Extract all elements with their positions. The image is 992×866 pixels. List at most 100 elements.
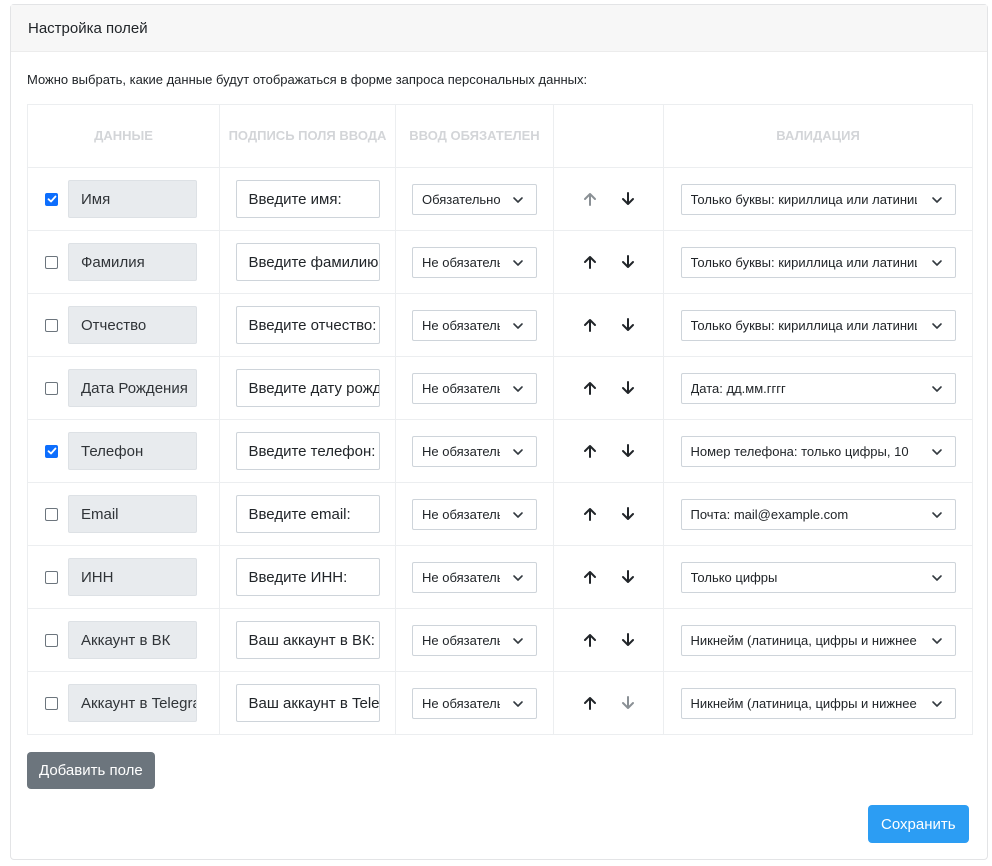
- enable-field-checkbox[interactable]: [45, 318, 58, 332]
- table-row: Аккаунт в ВК Ваш аккаунт в ВК: Не обязател…: [27, 608, 973, 672]
- caption-input[interactable]: Ваш аккаунт в Telegram:: [235, 684, 380, 722]
- field-name-box: Дата Рождения: [68, 369, 197, 407]
- add-field-button[interactable]: Добавить поле: [27, 752, 155, 789]
- required-select[interactable]: Не обязательно: [412, 624, 537, 656]
- column-header-data: ДАННЫЕ: [27, 104, 220, 168]
- caption-input[interactable]: Ваш аккаунт в ВК:: [235, 621, 380, 659]
- arrow-up-icon[interactable]: [580, 315, 600, 335]
- data-cell: Телефон: [27, 419, 220, 483]
- caption-input[interactable]: Введите отчество:: [235, 306, 380, 344]
- validation-select-value: Почта: mail@example.com: [690, 506, 849, 522]
- caption-input[interactable]: Введите ИНН:: [235, 558, 380, 596]
- chevron-down-icon: [931, 635, 943, 647]
- required-select[interactable]: Не обязательно: [412, 561, 537, 593]
- move-cell: [553, 356, 664, 420]
- validation-select[interactable]: Только цифры: [680, 561, 956, 593]
- table-header-row: ДАННЫЕ ПОДПИСЬ ПОЛЯ ВВОДА ВВОД ОБЯЗАТЕЛЕ…: [27, 104, 973, 168]
- chevron-down-icon: [931, 320, 943, 332]
- required-select[interactable]: Не обязательно: [412, 687, 537, 719]
- required-select[interactable]: Не обязательно: [412, 246, 537, 278]
- arrow-up-icon[interactable]: [580, 504, 600, 524]
- caption-input[interactable]: Введите фамилию:: [235, 243, 380, 281]
- required-select-value: Не обязательно: [422, 695, 500, 711]
- required-select[interactable]: Не обязательно: [412, 435, 537, 467]
- validation-select-value: Никнейм (латиница, цифры и нижнее подчер…: [690, 695, 917, 711]
- required-select[interactable]: Не обязательно: [412, 498, 537, 530]
- enable-field-checkbox[interactable]: [45, 570, 58, 584]
- required-select[interactable]: Не обязательно: [412, 372, 537, 404]
- validation-select[interactable]: Дата: дд.мм.гггг: [680, 372, 956, 404]
- validation-select[interactable]: Только буквы: кириллица или латиница: [680, 183, 956, 215]
- column-header-required: ВВОД ОБЯЗАТЕЛЕН: [395, 104, 554, 168]
- arrow-down-icon[interactable]: [618, 189, 638, 209]
- arrow-down-icon[interactable]: [618, 378, 638, 398]
- chevron-down-icon: [512, 698, 524, 710]
- validation-select-value: Только буквы: кириллица или латиница: [690, 254, 917, 270]
- save-button[interactable]: Сохранить: [868, 805, 969, 843]
- data-cell: Аккаунт в ВК: [27, 608, 220, 672]
- chevron-down-icon: [512, 509, 524, 521]
- card-header: Настройка полей: [11, 5, 987, 52]
- required-select-value: Не обязательно: [422, 569, 500, 585]
- required-select[interactable]: Обязательно: [412, 183, 537, 215]
- caption-cell: Ваш аккаунт в Telegram:: [219, 671, 396, 735]
- move-cell: [553, 293, 664, 357]
- enable-field-checkbox[interactable]: [45, 255, 58, 269]
- validation-select-value: Только буквы: кириллица или латиница: [690, 317, 917, 333]
- required-cell: Не обязательно: [395, 293, 554, 357]
- required-select-value: Не обязательно: [422, 380, 500, 396]
- enable-field-checkbox[interactable]: [45, 192, 58, 206]
- validation-select[interactable]: Номер телефона: только цифры, 10: [680, 435, 956, 467]
- arrow-down-icon[interactable]: [618, 252, 638, 272]
- caption-input[interactable]: Введите дату рождения:: [235, 369, 380, 407]
- arrow-up-icon[interactable]: [580, 252, 600, 272]
- arrow-up-icon[interactable]: [580, 567, 600, 587]
- move-cell: [553, 230, 664, 294]
- caption-cell: Введите телефон:: [219, 419, 396, 483]
- arrow-down-icon[interactable]: [618, 315, 638, 335]
- required-select-value: Обязательно: [422, 191, 500, 207]
- data-cell: Аккаунт в Telegram: [27, 671, 220, 735]
- caption-input[interactable]: Введите имя:: [235, 180, 380, 218]
- field-name-box: Телефон: [68, 432, 197, 470]
- enable-field-checkbox[interactable]: [45, 507, 58, 521]
- chevron-down-icon: [512, 383, 524, 395]
- required-cell: Не обязательно: [395, 230, 554, 294]
- arrow-down-icon[interactable]: [618, 441, 638, 461]
- data-cell: Фамилия: [27, 230, 220, 294]
- chevron-down-icon: [512, 194, 524, 206]
- caption-cell: Введите отчество:: [219, 293, 396, 357]
- required-cell: Не обязательно: [395, 482, 554, 546]
- chevron-down-icon: [931, 509, 943, 521]
- arrow-down-icon[interactable]: [618, 630, 638, 650]
- validation-select[interactable]: Только буквы: кириллица или латиница: [680, 309, 956, 341]
- arrow-down-icon[interactable]: [618, 504, 638, 524]
- enable-field-checkbox[interactable]: [45, 696, 58, 710]
- enable-field-checkbox[interactable]: [45, 444, 58, 458]
- validation-select[interactable]: Никнейм (латиница, цифры и нижнее подчер…: [680, 687, 956, 719]
- caption-input[interactable]: Введите телефон:: [235, 432, 380, 470]
- arrow-up-icon[interactable]: [580, 378, 600, 398]
- validation-cell: Никнейм (латиница, цифры и нижнее подчер…: [663, 671, 973, 735]
- caption-cell: Введите дату рождения:: [219, 356, 396, 420]
- arrow-up-icon[interactable]: [580, 441, 600, 461]
- arrow-up-icon[interactable]: [580, 693, 600, 713]
- required-cell: Не обязательно: [395, 608, 554, 672]
- field-name-box: Аккаунт в ВК: [68, 621, 197, 659]
- chevron-down-icon: [512, 446, 524, 458]
- enable-field-checkbox[interactable]: [45, 633, 58, 647]
- fields-table: ДАННЫЕ ПОДПИСЬ ПОЛЯ ВВОДА ВВОД ОБЯЗАТЕЛЕ…: [27, 104, 973, 735]
- caption-input[interactable]: Введите email:: [235, 495, 380, 533]
- data-cell: Имя: [27, 167, 220, 231]
- required-select[interactable]: Не обязательно: [412, 309, 537, 341]
- validation-select[interactable]: Никнейм (латиница, цифры и нижнее подчер…: [680, 624, 956, 656]
- arrow-down-icon[interactable]: [618, 567, 638, 587]
- enable-field-checkbox[interactable]: [45, 381, 58, 395]
- required-cell: Обязательно: [395, 167, 554, 231]
- field-name-box: Фамилия: [68, 243, 197, 281]
- arrow-up-icon[interactable]: [580, 630, 600, 650]
- validation-select[interactable]: Только буквы: кириллица или латиница: [680, 246, 956, 278]
- validation-select[interactable]: Почта: mail@example.com: [680, 498, 956, 530]
- caption-cell: Введите email:: [219, 482, 396, 546]
- field-name-box: Email: [68, 495, 197, 533]
